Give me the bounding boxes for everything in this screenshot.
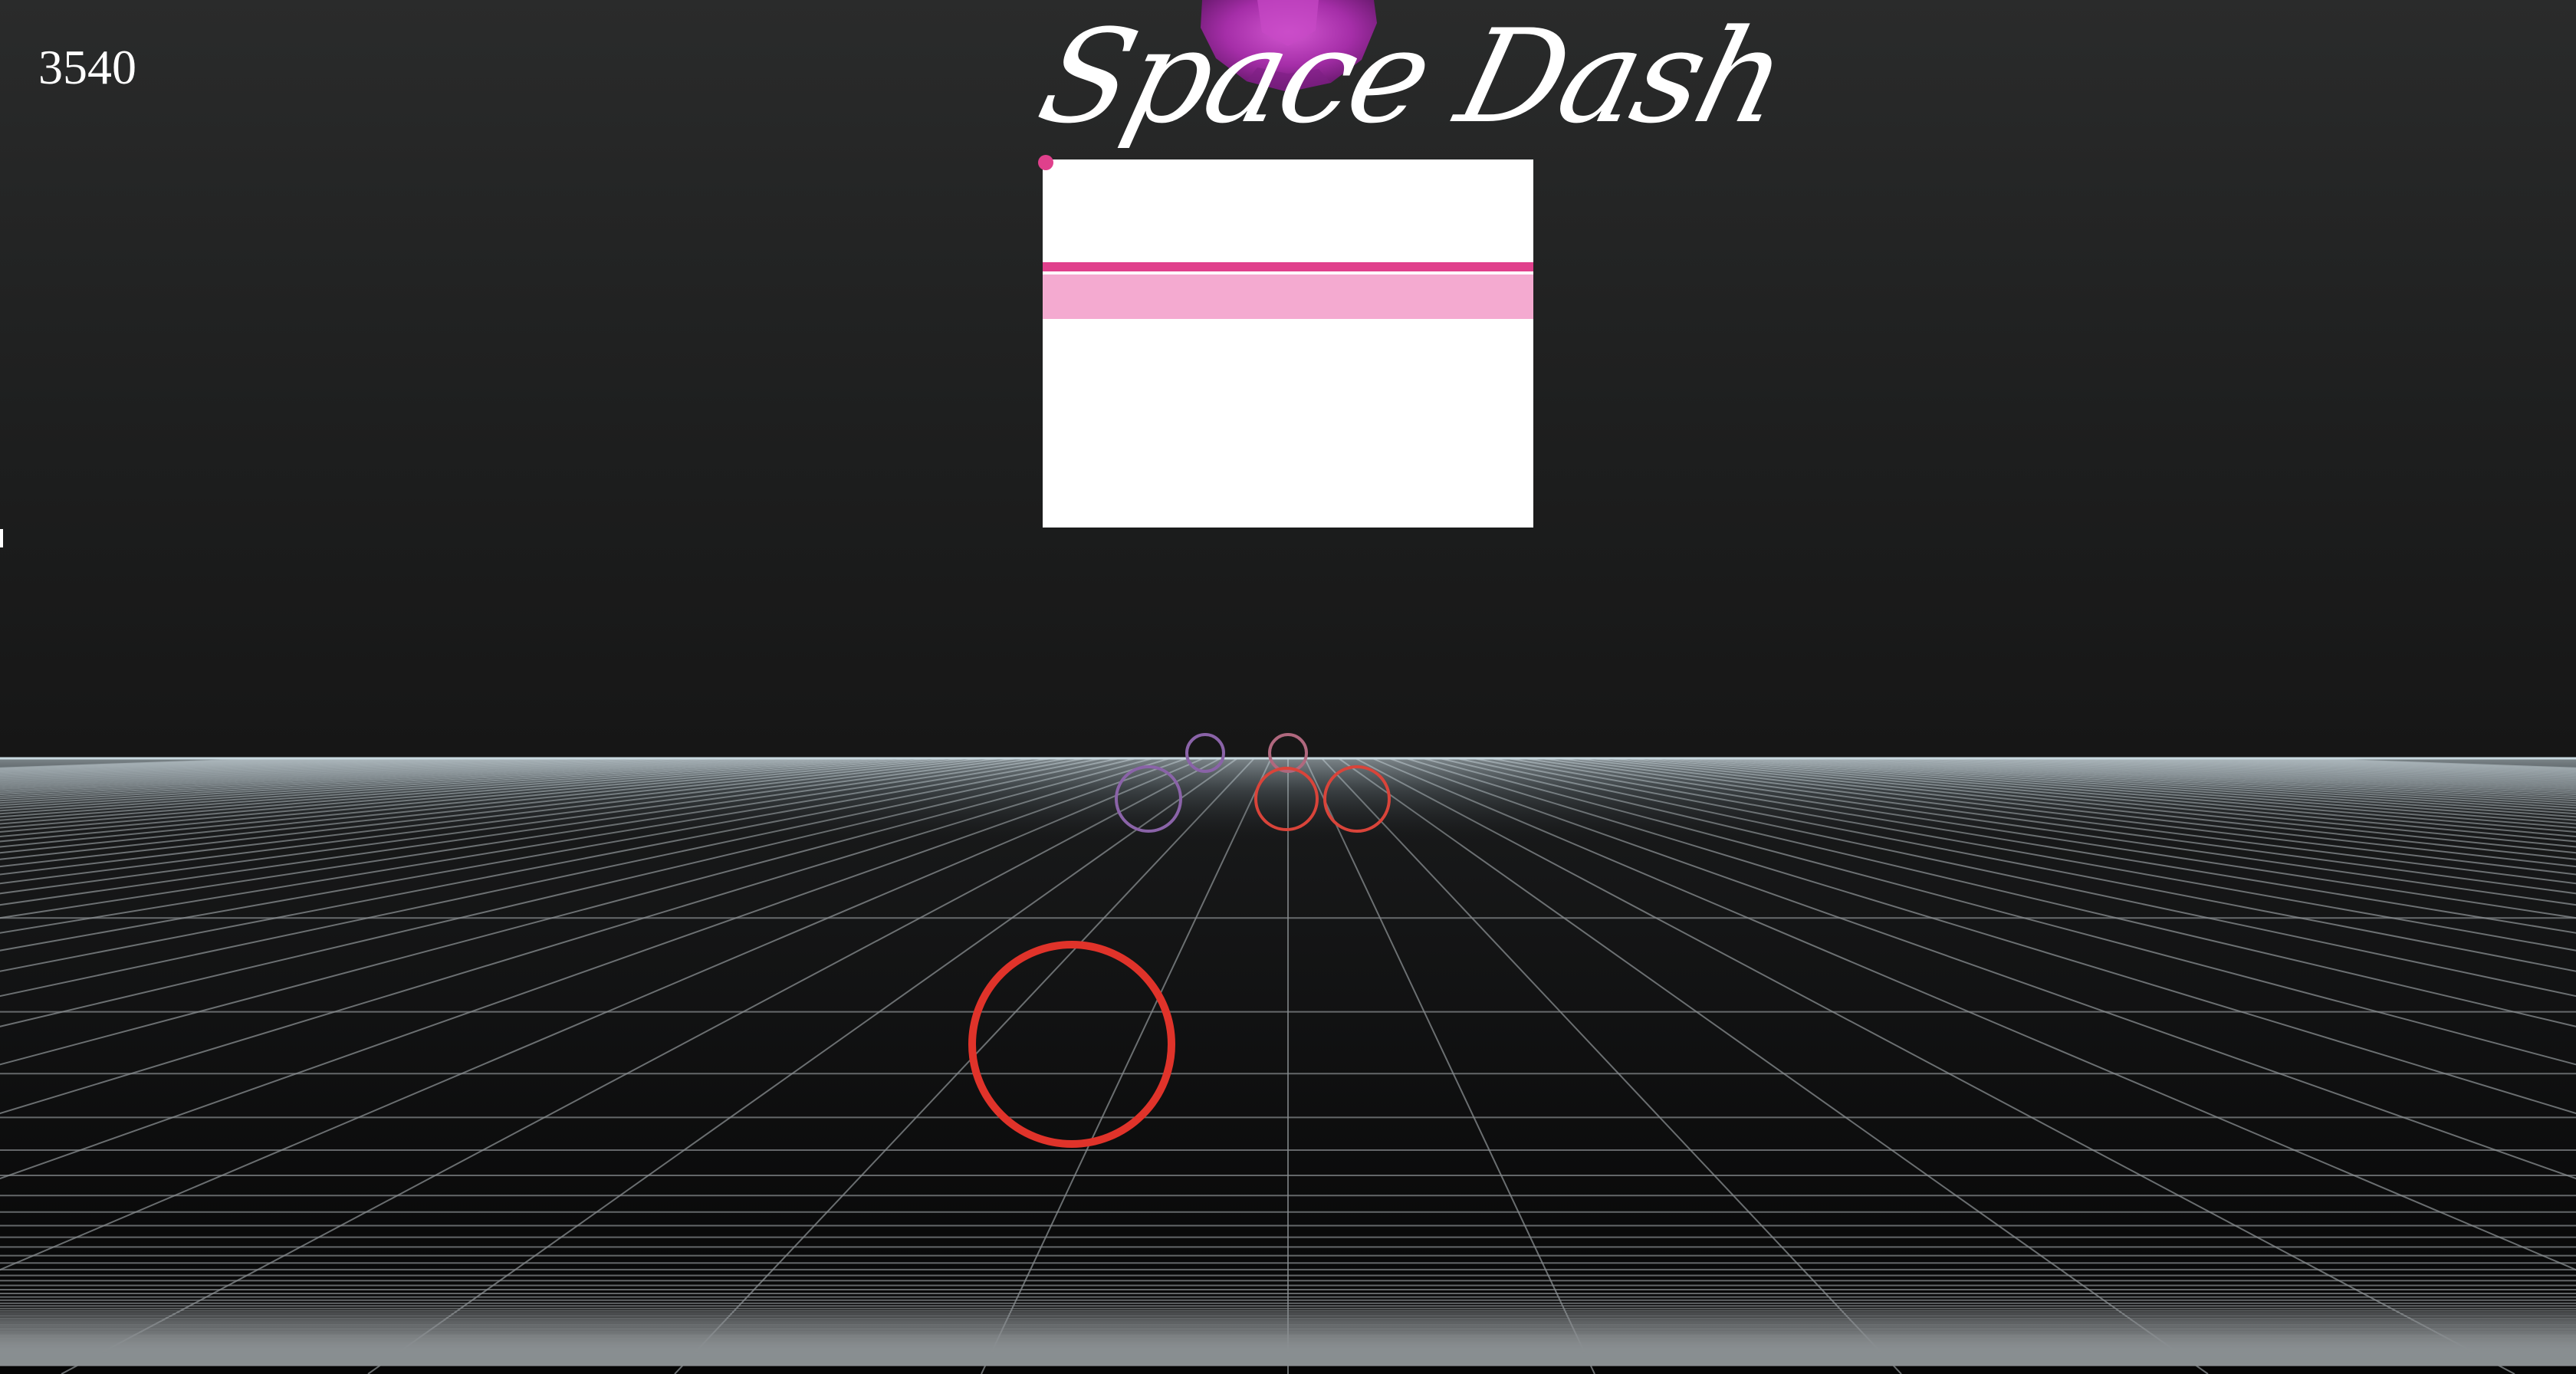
edge-marker: [0, 529, 3, 547]
game-viewport[interactable]: 3540 Space Dash: [0, 0, 2576, 1374]
overlay-panel: [1038, 155, 1533, 528]
panel-bar-dark: [1043, 262, 1533, 271]
game-title: Space Dash: [1026, 2, 1799, 152]
panel-corner-dot: [1038, 155, 1053, 170]
score-counter: 3540: [38, 40, 136, 94]
panel-bar-light: [1043, 274, 1533, 319]
